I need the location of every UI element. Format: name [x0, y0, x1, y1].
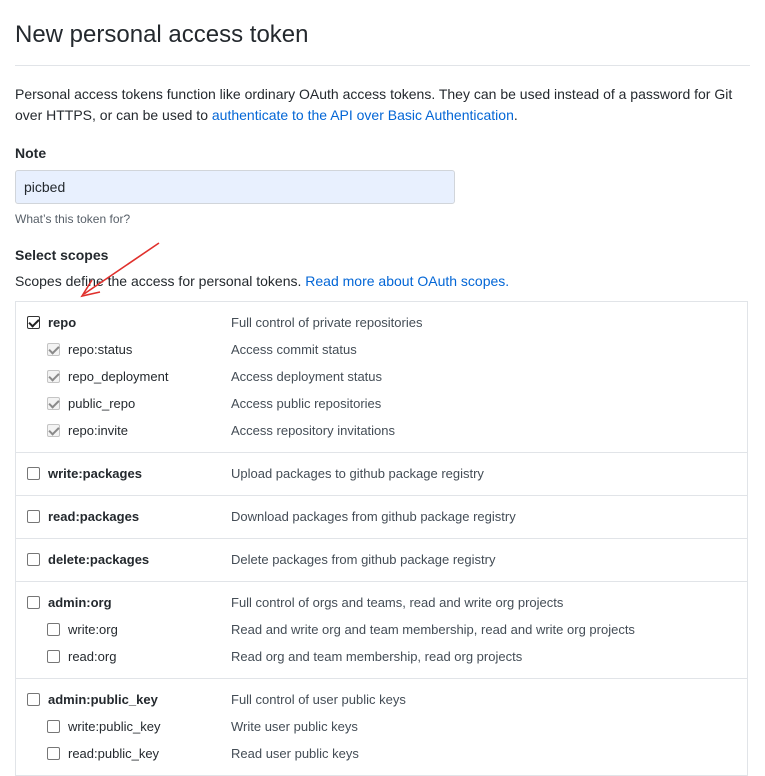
scope-row: write:packages Upload packages to github …: [16, 460, 747, 487]
intro-end: .: [513, 107, 518, 123]
scope-row: read:packages Download packages from gith…: [16, 503, 747, 530]
scope-description: Delete packages from github package regi…: [231, 552, 496, 567]
scope-description: Read user public keys: [231, 746, 359, 761]
sub-scope-checkbox[interactable]: [47, 747, 60, 760]
note-hint: What’s this token for?: [15, 212, 131, 226]
scope-row: admin:public_key Full control of user pub…: [16, 686, 747, 713]
checkbox-cell: [16, 424, 68, 437]
scope-description: Access commit status: [231, 342, 357, 357]
scope-description: Access public repositories: [231, 396, 382, 411]
sub-scope-name[interactable]: repo_deployment: [68, 369, 231, 384]
checkbox-cell: [16, 650, 68, 663]
scope-checkbox[interactable]: [27, 596, 40, 609]
checkbox-cell: [16, 467, 48, 480]
title-divider: [15, 65, 750, 66]
scope-name[interactable]: read:packages: [48, 509, 231, 524]
scopes-desc-text: Scopes define the access for personal to…: [15, 273, 306, 289]
sub-scope-checkbox[interactable]: [47, 650, 60, 663]
scope-description: Full control of private repositories: [231, 315, 423, 330]
sub-scope-row: repo_deployment Access deployment status: [16, 363, 747, 390]
scope-checkbox[interactable]: [27, 316, 40, 329]
sub-scope-row: repo:invite Access repository invitations: [16, 417, 747, 444]
checkbox-cell: [16, 510, 48, 523]
basic-auth-link[interactable]: authenticate to the API over Basic Authe…: [212, 107, 514, 123]
scope-name[interactable]: admin:org: [48, 595, 231, 610]
sub-scope-checkbox[interactable]: [47, 424, 60, 437]
checkbox-cell: [16, 553, 48, 566]
scope-name[interactable]: delete:packages: [48, 552, 231, 567]
sub-scope-row: read:org Read org and team membership, re…: [16, 643, 747, 670]
scope-description: Download packages from github package re…: [231, 509, 516, 524]
sub-scope-row: write:public_key Write user public keys: [16, 713, 747, 740]
intro-paragraph: Personal access tokens function like ord…: [15, 84, 750, 126]
sub-scope-checkbox[interactable]: [47, 397, 60, 410]
scope-description: Read org and team membership, read org p…: [231, 649, 523, 664]
scope-checkbox[interactable]: [27, 510, 40, 523]
checkbox-cell: [16, 343, 68, 356]
scope-description: Full control of user public keys: [231, 692, 406, 707]
scope-description: Access deployment status: [231, 369, 383, 384]
scope-group: write:packages Upload packages to github …: [16, 453, 747, 496]
sub-scope-name[interactable]: read:public_key: [68, 746, 231, 761]
token-page: New personal access token Personal acces…: [0, 0, 765, 776]
scope-group: delete:packages Delete packages from gith…: [16, 539, 747, 582]
sub-scope-name[interactable]: write:public_key: [68, 719, 231, 734]
select-scopes-heading: Select scopes: [15, 247, 109, 263]
checkbox-cell: [16, 596, 48, 609]
sub-scope-checkbox[interactable]: [47, 623, 60, 636]
sub-scope-checkbox[interactable]: [47, 370, 60, 383]
note-label: Note: [15, 145, 47, 161]
scope-name[interactable]: repo: [48, 315, 231, 330]
scope-name[interactable]: admin:public_key: [48, 692, 231, 707]
scope-row: delete:packages Delete packages from gith…: [16, 546, 747, 573]
sub-scope-name[interactable]: repo:status: [68, 342, 231, 357]
scope-name[interactable]: write:packages: [48, 466, 231, 481]
sub-scope-name[interactable]: public_repo: [68, 396, 231, 411]
checkbox-cell: [16, 693, 48, 706]
scope-checkbox[interactable]: [27, 467, 40, 480]
sub-scope-row: public_repo Access public repositories: [16, 390, 747, 417]
scope-row: repo Full control of private repositories: [16, 309, 747, 336]
scope-group: admin:public_key Full control of user pub…: [16, 679, 747, 776]
scopes-list: repo Full control of private repositories…: [15, 301, 748, 776]
checkbox-cell: [16, 623, 68, 636]
sub-scope-name[interactable]: read:org: [68, 649, 231, 664]
scope-group: read:packages Download packages from gith…: [16, 496, 747, 539]
sub-scope-row: read:public_key Read user public keys: [16, 740, 747, 767]
scope-group: repo Full control of private repositories…: [16, 302, 747, 453]
oauth-scopes-link[interactable]: Read more about OAuth scopes.: [305, 273, 509, 289]
checkbox-cell: [16, 370, 68, 383]
note-input[interactable]: [15, 170, 455, 204]
scope-description: Upload packages to github package regist…: [231, 466, 484, 481]
scope-row: admin:org Full control of orgs and teams,…: [16, 589, 747, 616]
checkbox-cell: [16, 316, 48, 329]
sub-scope-name[interactable]: write:org: [68, 622, 231, 637]
scope-group: admin:org Full control of orgs and teams,…: [16, 582, 747, 679]
sub-scope-checkbox[interactable]: [47, 343, 60, 356]
scope-checkbox[interactable]: [27, 693, 40, 706]
checkbox-cell: [16, 397, 68, 410]
scope-checkbox[interactable]: [27, 553, 40, 566]
page-title: New personal access token: [15, 21, 309, 48]
scope-description: Read and write org and team membership, …: [231, 622, 635, 637]
sub-scope-row: write:org Read and write org and team mem…: [16, 616, 747, 643]
scope-description: Access repository invitations: [231, 423, 396, 438]
sub-scope-row: repo:status Access commit status: [16, 336, 747, 363]
scope-description: Full control of orgs and teams, read and…: [231, 595, 564, 610]
scope-description: Write user public keys: [231, 719, 358, 734]
checkbox-cell: [16, 747, 68, 760]
sub-scope-name[interactable]: repo:invite: [68, 423, 231, 438]
scopes-description: Scopes define the access for personal to…: [15, 271, 750, 291]
